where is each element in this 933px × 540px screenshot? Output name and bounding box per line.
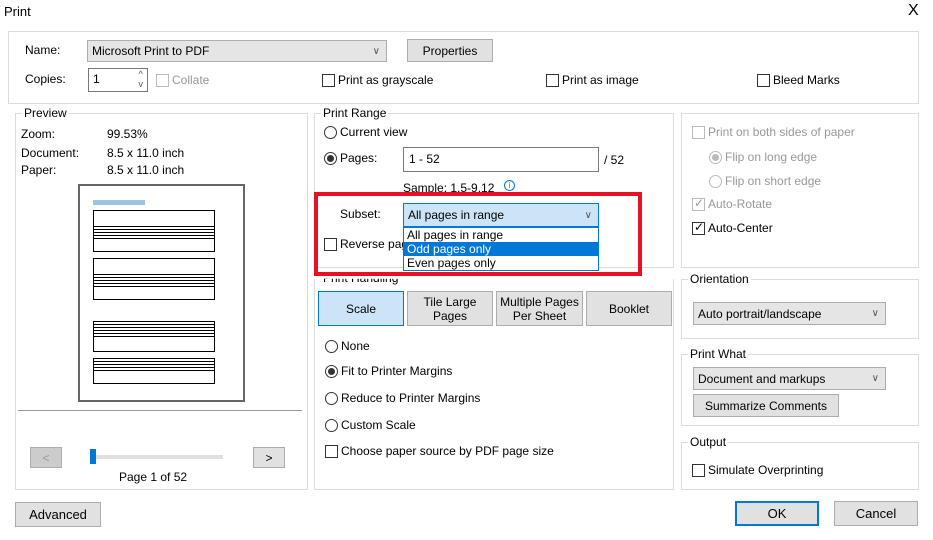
ok-button[interactable]: OK	[735, 501, 819, 526]
advanced-button[interactable]: Advanced	[15, 502, 101, 527]
copies-stepper[interactable]: 1 ^ v	[88, 68, 148, 92]
document-value: 8.5 x 11.0 inch	[107, 146, 185, 160]
print-as-image-checkbox[interactable]: Print as image	[546, 73, 639, 87]
paper-label: Paper:	[21, 163, 57, 177]
name-label: Name:	[25, 43, 61, 57]
page-slider[interactable]	[90, 449, 223, 464]
preview-divider	[18, 410, 302, 411]
tab-tile-large-pages[interactable]: Tile Large Pages	[407, 291, 493, 326]
preview-title: Preview	[22, 106, 69, 120]
grayscale-checkbox[interactable]: Print as grayscale	[322, 73, 433, 87]
print-what-select[interactable]: Document and markups ∨	[693, 367, 886, 390]
fit-margins-radio[interactable]: Fit to Printer Margins	[325, 364, 452, 378]
collate-checkbox[interactable]: Collate	[156, 73, 209, 87]
copies-label: Copies:	[25, 72, 66, 86]
page-status: Page 1 of 52	[119, 470, 188, 484]
red-highlight-box	[314, 192, 642, 276]
tab-scale[interactable]: Scale	[318, 291, 404, 326]
none-radio[interactable]: None	[325, 339, 370, 353]
pages-input[interactable]: 1 - 52	[403, 147, 599, 172]
zoom-value: 99.53%	[107, 127, 148, 141]
chevron-down-icon: ∨	[871, 373, 879, 384]
printer-select[interactable]: Microsoft Print to PDF ∨	[87, 40, 387, 62]
chevron-down-icon: ∨	[871, 308, 879, 319]
reduce-margins-radio[interactable]: Reduce to Printer Margins	[325, 391, 480, 405]
close-icon[interactable]: X	[908, 2, 919, 20]
info-icon[interactable]: i	[504, 180, 515, 191]
slider-thumb[interactable]	[90, 449, 96, 464]
document-label: Document:	[21, 146, 80, 160]
short-edge-radio[interactable]: Flip on short edge	[709, 174, 821, 188]
next-page-button[interactable]: >	[253, 447, 285, 468]
paper-source-checkbox[interactable]: Choose paper source by PDF page size	[325, 444, 554, 458]
both-sides-checkbox[interactable]: Print on both sides of paper	[692, 125, 855, 139]
bleed-marks-checkbox[interactable]: Bleed Marks	[757, 73, 840, 87]
print-range-title: Print Range	[321, 106, 389, 120]
orientation-select[interactable]: Auto portrait/landscape ∨	[693, 302, 886, 325]
custom-scale-radio[interactable]: Custom Scale	[325, 418, 416, 432]
zoom-label: Zoom:	[21, 127, 56, 141]
auto-center-checkbox[interactable]: Auto-Center	[692, 220, 773, 235]
pages-radio[interactable]: Pages:	[324, 151, 377, 165]
current-view-radio[interactable]: Current view	[324, 125, 407, 139]
printer-value: Microsoft Print to PDF	[92, 44, 210, 58]
paper-value: 8.5 x 11.0 inch	[107, 163, 185, 177]
simulate-overprinting-checkbox[interactable]: Simulate Overprinting	[692, 463, 823, 477]
auto-rotate-checkbox[interactable]: Auto-Rotate	[692, 196, 772, 211]
copies-value: 1	[93, 72, 100, 86]
dialog-title: Print	[4, 4, 31, 19]
pages-total: / 52	[604, 153, 625, 167]
tab-multiple-pages[interactable]: Multiple Pages Per Sheet	[496, 291, 583, 326]
tab-booklet[interactable]: Booklet	[586, 291, 672, 326]
stepper-arrows-icon[interactable]: ^ v	[139, 69, 144, 89]
properties-button[interactable]: Properties	[407, 39, 493, 62]
chevron-down-icon: ∨	[372, 45, 380, 57]
page-preview	[78, 184, 245, 402]
prev-page-button[interactable]: <	[30, 447, 62, 468]
summarize-comments-button[interactable]: Summarize Comments	[693, 394, 839, 417]
long-edge-radio[interactable]: Flip on long edge	[709, 150, 817, 164]
cancel-button[interactable]: Cancel	[834, 501, 918, 526]
